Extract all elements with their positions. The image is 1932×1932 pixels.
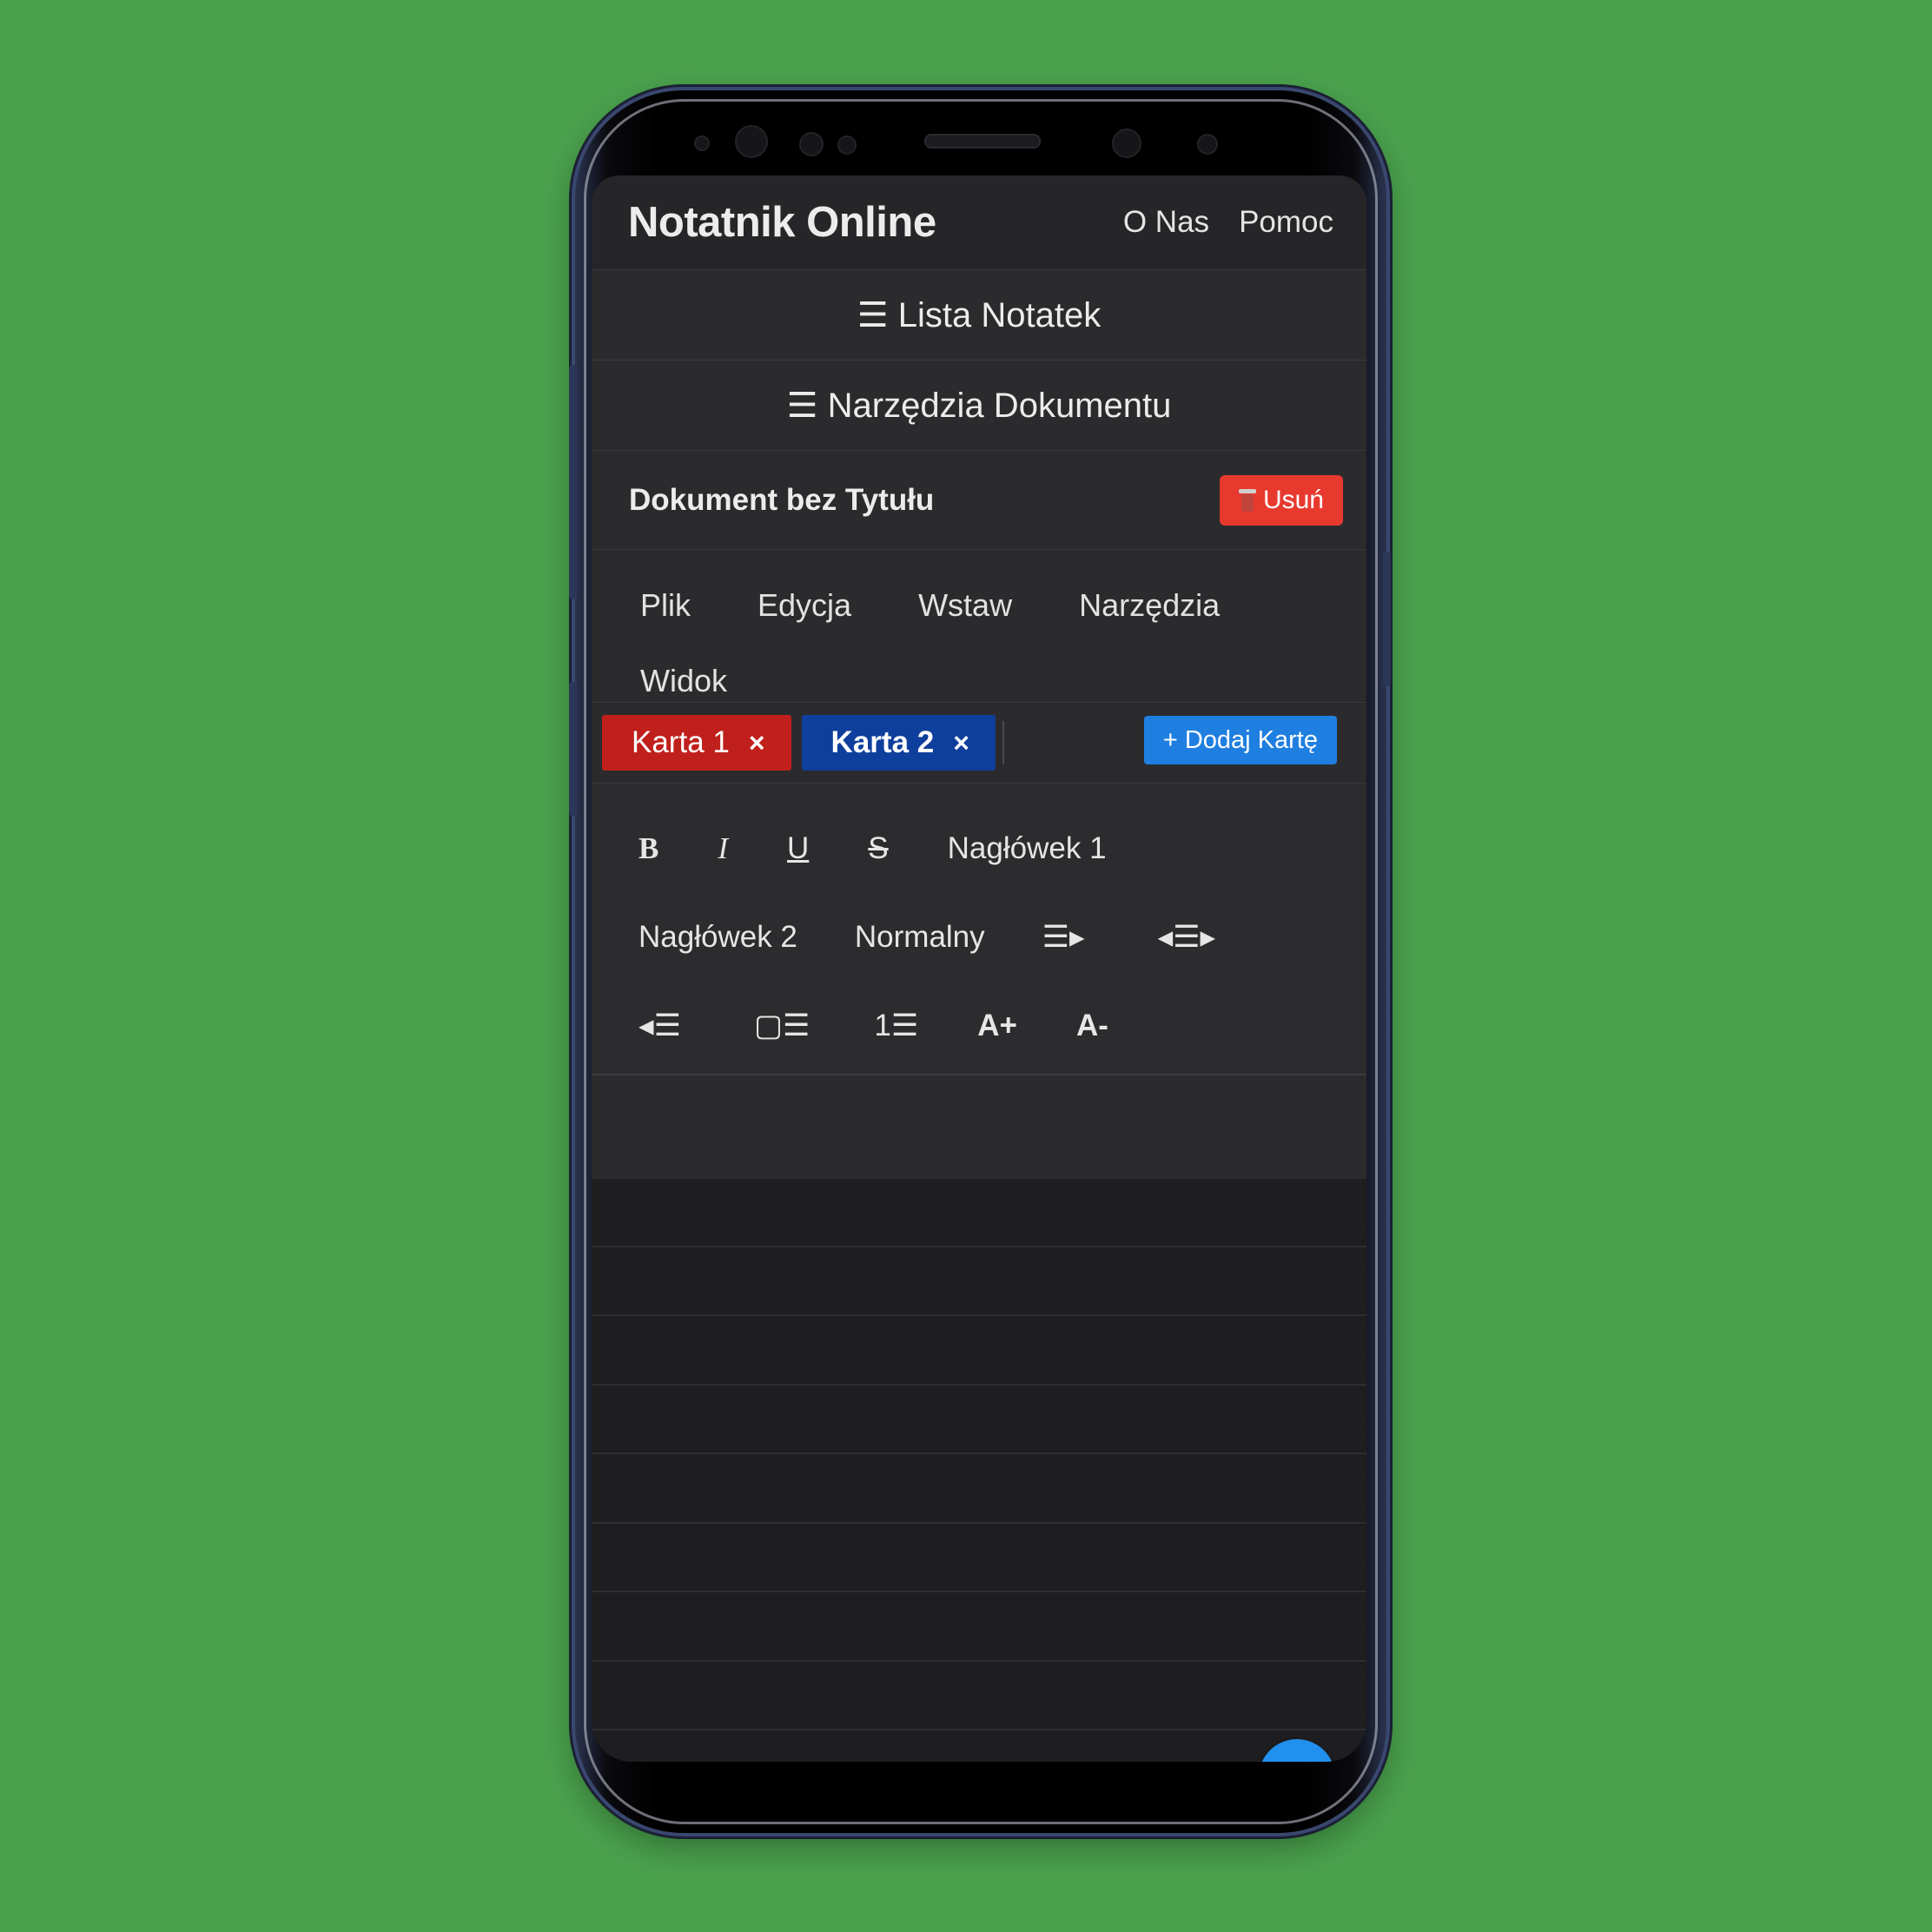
underline-button[interactable]: U [768, 831, 828, 866]
font-increase-button[interactable]: A+ [958, 1009, 1036, 1043]
ruled-line [592, 1729, 1366, 1730]
front-sensor [694, 136, 710, 151]
toolbar-row: Nagłówek 2 Normalny ☰▸ ◂☰▸ [619, 893, 1349, 982]
heading2-button[interactable]: Nagłówek 2 [619, 920, 817, 955]
toolbar-row: B I U S Nagłówek 1 [619, 804, 1349, 893]
menu-bar: Plik Edycja Wstaw Narzędzia Widok [592, 550, 1366, 703]
document-title[interactable]: Dokument bez Tytułu [629, 483, 934, 518]
formatting-toolbar: B I U S Nagłówek 1 Nagłówek 2 Normalny ☰… [592, 784, 1366, 1075]
ruled-line [592, 1591, 1366, 1592]
toolbar-row: ◂☰ ▢☰ 1☰ A+ A- [619, 982, 1349, 1070]
earpiece-speaker [924, 134, 1041, 149]
notes-list-toggle[interactable]: ☰ Lista Notatek [592, 270, 1366, 361]
bixby-button[interactable] [569, 682, 577, 817]
bold-button[interactable]: B [619, 831, 678, 866]
ruled-line [592, 1522, 1366, 1524]
close-icon[interactable]: × [749, 727, 765, 759]
trash-icon [1238, 488, 1256, 512]
italic-button[interactable]: I [698, 831, 747, 866]
top-navbar: Notatnik Online O Nas Pomoc [592, 175, 1366, 270]
phone-frame: Notatnik Online O Nas Pomoc ☰ Lista Nota… [575, 90, 1386, 1833]
editor-area[interactable] [592, 1179, 1366, 1762]
front-camera [1112, 129, 1141, 158]
ruled-line [592, 1314, 1366, 1316]
font-decrease-button[interactable]: A- [1057, 1009, 1128, 1043]
nav-link-about[interactable]: O Nas [1123, 205, 1209, 240]
ruled-line [592, 1660, 1366, 1662]
strikethrough-button[interactable]: S [849, 831, 907, 866]
document-header: Dokument bez Tytułu Usuń [592, 451, 1366, 550]
align-left-icon[interactable]: ◂☰ [619, 1009, 700, 1043]
menu-tools[interactable]: Narzędzia [1056, 569, 1242, 645]
tab-divider [1002, 721, 1004, 764]
delete-label: Usuń [1262, 485, 1324, 514]
flash-sensor [1197, 134, 1218, 155]
delete-document-button[interactable]: Usuń [1219, 474, 1343, 526]
tab-label: Karta 1 [632, 725, 730, 759]
menu-edit[interactable]: Edycja [735, 569, 874, 645]
ruled-line [592, 1246, 1366, 1247]
volume-up-button[interactable] [569, 365, 577, 599]
tabs-bar: Karta 1 × Karta 2 × + Dodaj Kartę [592, 703, 1366, 784]
proximity-sensor [799, 132, 824, 156]
app-brand[interactable]: Notatnik Online [628, 198, 936, 247]
app-screen: Notatnik Online O Nas Pomoc ☰ Lista Nota… [592, 175, 1366, 1762]
bullet-list-icon[interactable]: ▢☰ [735, 1009, 829, 1043]
tab-label: Karta 2 [830, 725, 935, 759]
align-right-icon[interactable]: ☰▸ [1023, 920, 1104, 955]
numbered-list-icon[interactable]: 1☰ [855, 1009, 937, 1043]
ruled-line [592, 1452, 1366, 1454]
nav-link-help[interactable]: Pomoc [1239, 205, 1333, 240]
document-tools-toggle[interactable]: ☰ Narzędzia Dokumentu [592, 361, 1366, 451]
ruled-line [592, 1384, 1366, 1386]
heading1-button[interactable]: Nagłówek 1 [929, 831, 1126, 866]
nav-links: O Nas Pomoc [1123, 205, 1333, 240]
power-button[interactable] [1383, 552, 1391, 686]
align-center-icon[interactable]: ◂☰▸ [1139, 920, 1235, 955]
close-icon[interactable]: × [953, 727, 969, 759]
normal-text-button[interactable]: Normalny [836, 920, 1004, 955]
tab-karta-2[interactable]: Karta 2 × [801, 715, 996, 771]
iris-sensor [735, 125, 768, 158]
light-sensor [837, 136, 857, 155]
menu-insert[interactable]: Wstaw [896, 569, 1035, 645]
tab-karta-1[interactable]: Karta 1 × [602, 715, 791, 771]
menu-file[interactable]: Plik [618, 569, 713, 645]
add-tab-button[interactable]: + Dodaj Kartę [1143, 716, 1337, 764]
